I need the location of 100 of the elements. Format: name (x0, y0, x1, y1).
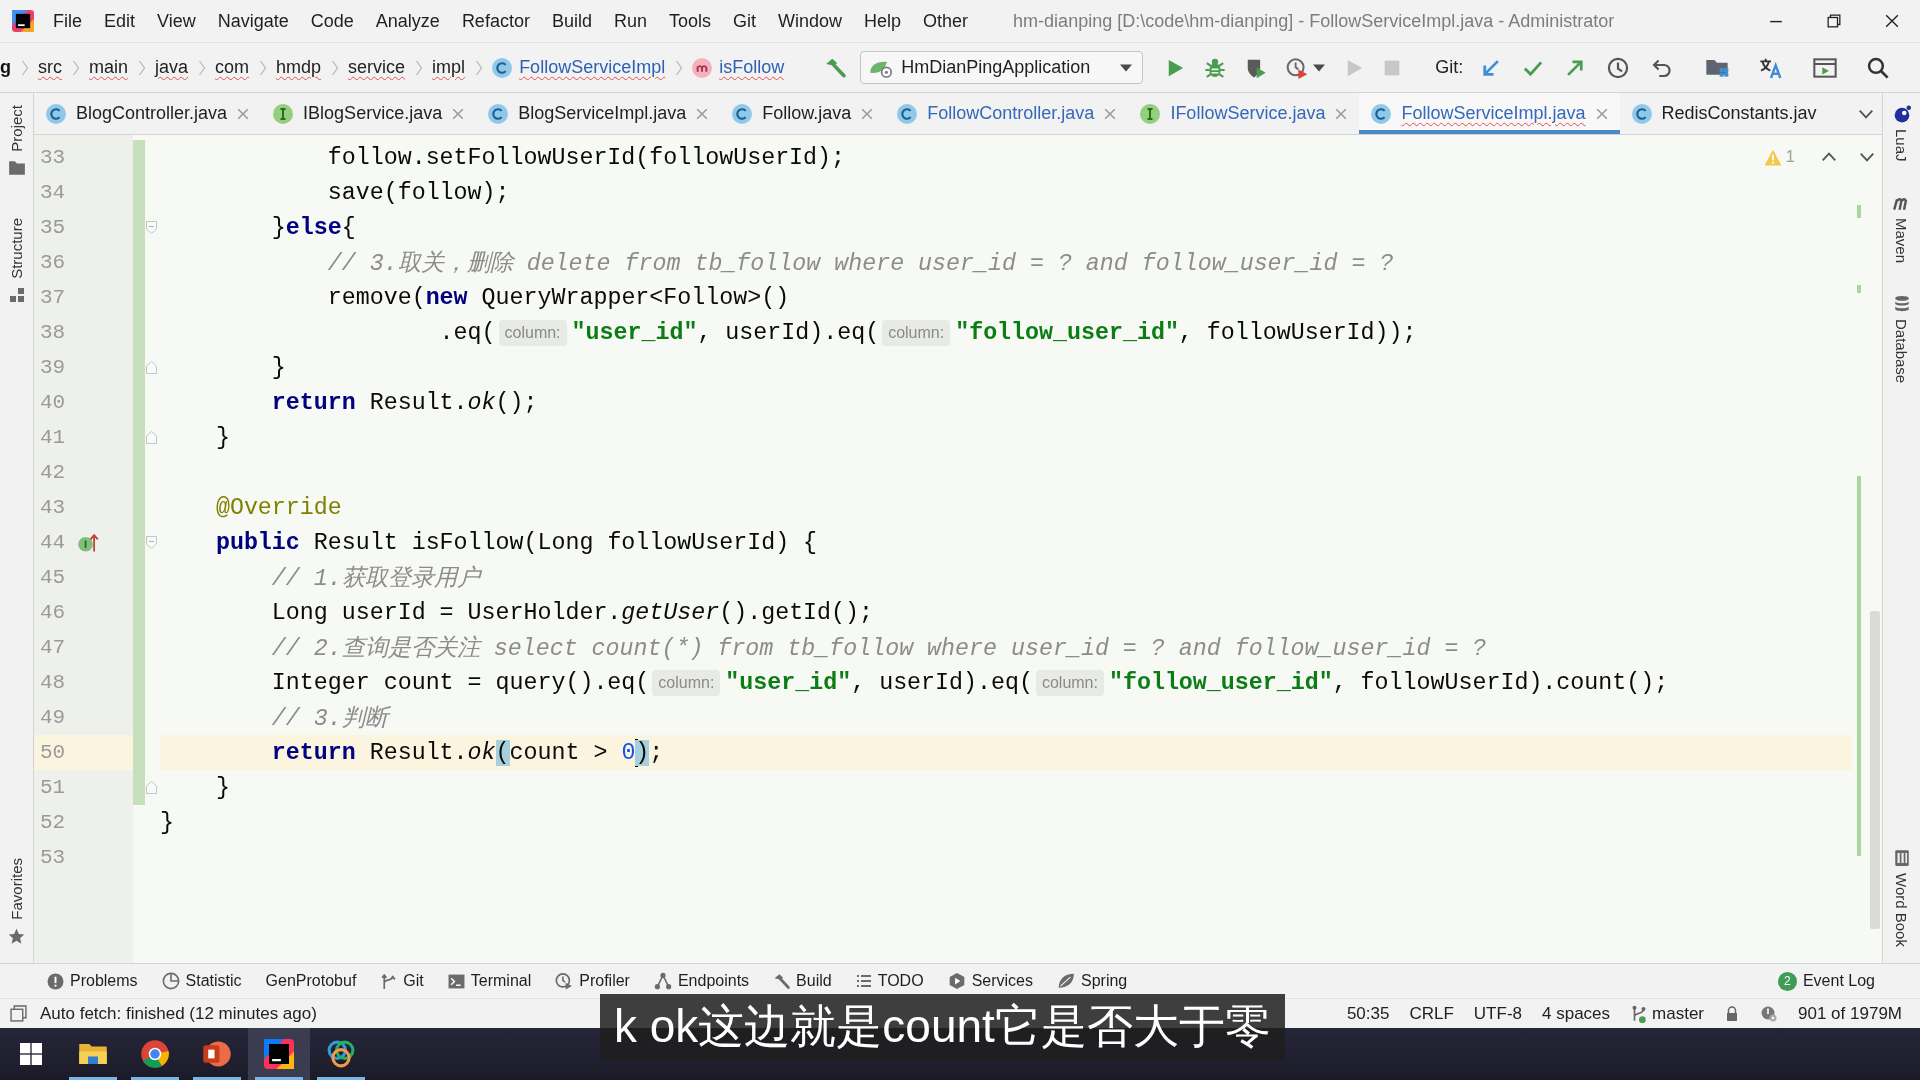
tool-window-button[interactable]: Word Book (1892, 847, 1911, 949)
terminal-icon (447, 972, 465, 990)
tool-window-button[interactable]: GenProtobuf (258, 972, 364, 990)
tool-window-button[interactable]: Terminal (440, 972, 539, 990)
fold-marker-icon[interactable] (146, 361, 157, 374)
interface-arrow-icon[interactable] (77, 532, 100, 553)
taskbar-button[interactable] (248, 1028, 310, 1080)
tool-window-button[interactable]: Favorites (8, 856, 25, 947)
tool-window-button[interactable]: LuaJ (1892, 103, 1911, 164)
menu-item[interactable]: Other (912, 9, 980, 33)
indent-setting[interactable]: 4 spaces (1542, 1003, 1611, 1024)
tool-window-button[interactable]: Structure (8, 215, 25, 305)
editor-tab[interactable]: BlogController.java (34, 93, 262, 134)
code-text: remove(new QueryWrapper<Follow>() (327, 284, 790, 311)
menu-item[interactable]: Code (299, 9, 365, 33)
scrollbar-thumb[interactable] (1870, 611, 1880, 929)
code-text: } (271, 354, 286, 381)
menu-item[interactable]: Analyze (364, 9, 451, 33)
breadcrumb-item[interactable]: isFollow (692, 51, 785, 84)
file-encoding[interactable]: UTF-8 (1473, 1003, 1522, 1024)
breadcrumb-item[interactable]: com (215, 51, 250, 84)
arrow-up-right-icon[interactable] (1565, 57, 1586, 78)
editor-tab[interactable]: RedisConstants.jav (1619, 93, 1829, 134)
breadcrumb-item[interactable]: service (348, 51, 406, 84)
inlay-hint: column: (652, 669, 721, 696)
breadcrumb-item[interactable]: src (38, 51, 62, 84)
tool-window-button[interactable]: Endpoints (646, 972, 757, 990)
line-number: 40 (40, 391, 66, 414)
close-icon[interactable] (1885, 14, 1899, 28)
breadcrumb-item[interactable]: impl (432, 51, 466, 84)
menu-item[interactable]: Window (767, 9, 854, 33)
window-play-icon[interactable] (1813, 56, 1838, 79)
line-number: 38 (40, 321, 66, 344)
menu-item[interactable]: View (146, 9, 207, 33)
editor-tab[interactable]: Follow.java (720, 93, 886, 134)
chevron-up-icon[interactable] (1821, 151, 1837, 163)
breadcrumb-item[interactable]: g (0, 51, 11, 84)
menu-item[interactable]: Run (602, 9, 658, 33)
run-configuration-dropdown[interactable]: HmDianPingApplication (860, 51, 1144, 84)
menu-item[interactable]: Build (540, 9, 603, 33)
interface-icon (1140, 103, 1161, 124)
tool-window-button[interactable]: Spring (1050, 972, 1135, 990)
chevron-down-icon[interactable] (1858, 107, 1874, 120)
chevron-down-icon[interactable] (1859, 151, 1875, 163)
menu-item[interactable]: Navigate (206, 9, 300, 33)
line-separator[interactable]: CRLF (1409, 1003, 1454, 1024)
clock-play-icon[interactable] (1286, 56, 1309, 79)
code-text: "follow_user_id", followUserId).count(); (1108, 669, 1669, 696)
menu-item[interactable]: Tools (657, 9, 722, 33)
hammer-icon[interactable] (824, 56, 847, 79)
breadcrumb-item[interactable]: FollowServiceImpl (492, 51, 666, 84)
translate-icon[interactable] (1759, 56, 1784, 79)
tool-window-button[interactable]: Project (7, 103, 26, 178)
fold-marker-icon[interactable] (146, 781, 157, 794)
app-logo-icon[interactable] (12, 10, 34, 32)
breadcrumb-item[interactable]: java (155, 51, 189, 84)
caret-position[interactable]: 50:35 (1346, 1003, 1390, 1024)
tool-window-button[interactable]: Profiler (548, 972, 637, 990)
menu-item[interactable]: Git (722, 9, 767, 33)
square-panel-icon[interactable] (10, 1005, 27, 1022)
breadcrumb-item[interactable]: hmdp (276, 51, 322, 84)
fold-marker-icon[interactable] (146, 431, 157, 444)
code-text: public Result isFollow(Long followUserId) { (215, 529, 818, 556)
restore-icon[interactable] (1827, 14, 1841, 28)
menu-item[interactable]: Refactor (450, 9, 541, 33)
bug-icon[interactable] (1204, 56, 1227, 79)
tool-window-button[interactable]: Services (940, 972, 1040, 990)
tool-window-button[interactable]: Problems (40, 972, 145, 990)
tool-window-button[interactable]: Build (766, 972, 839, 990)
event-log-button[interactable]: 2 Event Log (1770, 971, 1882, 991)
memory-indicator[interactable]: 901 of 1979M (1798, 1003, 1902, 1024)
tool-window-button[interactable]: Git (373, 972, 431, 990)
database-icon (1892, 294, 1911, 313)
search-icon[interactable] (1867, 56, 1890, 79)
pie-outline-icon (161, 972, 180, 990)
code-text: return Result.ok(); (271, 389, 538, 416)
clock-icon[interactable] (1607, 56, 1630, 79)
alert-gear-icon[interactable] (1760, 1004, 1779, 1023)
git-branch[interactable]: master (1630, 1003, 1705, 1024)
editor-tab[interactable]: BlogServiceImpl.java (476, 93, 721, 134)
fold-marker-icon[interactable] (146, 221, 157, 234)
class-icon (46, 103, 66, 124)
menu-item[interactable]: File (42, 9, 93, 33)
code-text: Integer count = query().eq( (271, 669, 650, 696)
caret-icon[interactable] (1313, 63, 1326, 72)
tool-window-button[interactable]: Statistic (154, 972, 249, 990)
tool-window-button[interactable]: TODO (848, 972, 931, 990)
folder-icon (7, 159, 26, 176)
menu-item[interactable]: Edit (93, 9, 147, 33)
tool-window-button[interactable]: Database (1892, 292, 1911, 385)
line-number: 41 (40, 426, 66, 449)
editor-tab[interactable]: FollowController.java (885, 93, 1129, 134)
breadcrumb-item[interactable]: main (89, 51, 128, 84)
editor-tab[interactable]: IFollowService.java (1128, 93, 1360, 134)
exclamation-circle-icon (47, 972, 64, 990)
tool-window-button[interactable]: Maven (1891, 191, 1912, 265)
fold-marker-icon[interactable] (146, 536, 157, 549)
editor-tab[interactable]: IBlogService.java (261, 93, 477, 134)
menu-item[interactable]: Help (853, 9, 913, 33)
editor-tab[interactable]: FollowServiceImpl.java (1359, 93, 1620, 134)
